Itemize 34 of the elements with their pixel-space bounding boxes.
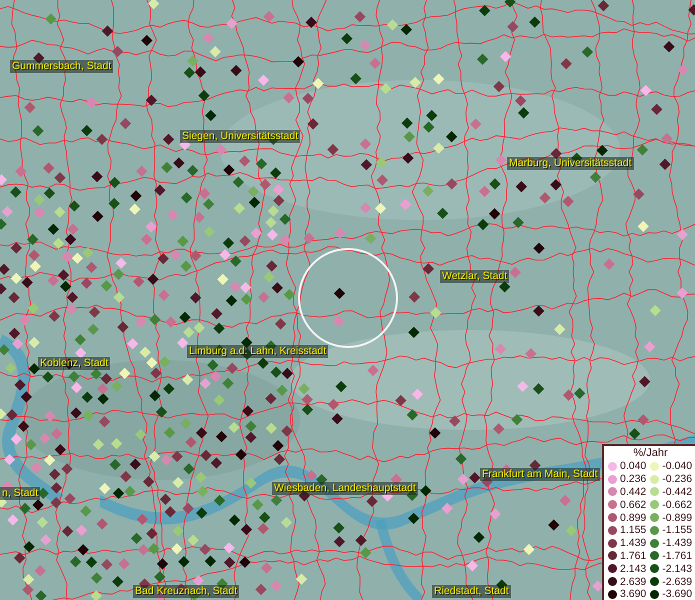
place-label: Wetzlar, Stadt bbox=[440, 270, 510, 283]
place-label: Riedstadt, Stadt bbox=[432, 585, 511, 598]
legend-value: -1.155 bbox=[662, 524, 692, 536]
legend-value: 0.040 bbox=[620, 460, 646, 472]
place-label: Limburg a.d. Lahn, Kreisstadt bbox=[187, 345, 328, 358]
legend-value: -2.639 bbox=[662, 576, 692, 588]
place-label: Koblenz, Stadt bbox=[38, 357, 110, 370]
legend-value: -3.690 bbox=[662, 588, 692, 600]
place-label: Bad Kreuznach, Stadt bbox=[133, 585, 240, 598]
legend-value: -0.040 bbox=[662, 460, 692, 472]
place-label: Gummersbach, Stadt bbox=[10, 60, 114, 73]
place-label: n, Stadt bbox=[0, 487, 40, 500]
place-label: Siegen, Universitätsstadt bbox=[180, 130, 300, 143]
place-label: Marburg, Universitätsstadt bbox=[507, 157, 634, 170]
legend-value: 2.639 bbox=[620, 576, 646, 588]
legend-value: 0.442 bbox=[620, 486, 646, 498]
legend-value: 1.439 bbox=[620, 537, 646, 550]
legend-value: 3.690 bbox=[620, 588, 646, 600]
legend-value: 1.761 bbox=[620, 550, 646, 562]
legend-value: -0.236 bbox=[662, 473, 692, 486]
legend-value: -0.442 bbox=[662, 486, 692, 498]
legend-value: 1.155 bbox=[620, 524, 646, 536]
legend-value: 2.143 bbox=[620, 562, 646, 575]
legend-value: 0.662 bbox=[620, 498, 646, 511]
legend-value: 0.899 bbox=[620, 512, 646, 524]
legend-value: 0.236 bbox=[620, 473, 646, 486]
place-label: Frankfurt am Main, Stadt bbox=[480, 468, 600, 481]
legend-value: -1.761 bbox=[662, 550, 692, 562]
legend-value: -2.143 bbox=[662, 562, 692, 575]
legend-title: %/Jahr bbox=[632, 447, 669, 460]
legend-value: -0.899 bbox=[662, 512, 692, 524]
legend-value: -0.662 bbox=[662, 498, 692, 511]
place-label: Wiesbaden, Landeshauptstadt bbox=[272, 482, 418, 495]
legend-value: -1.439 bbox=[662, 537, 692, 550]
